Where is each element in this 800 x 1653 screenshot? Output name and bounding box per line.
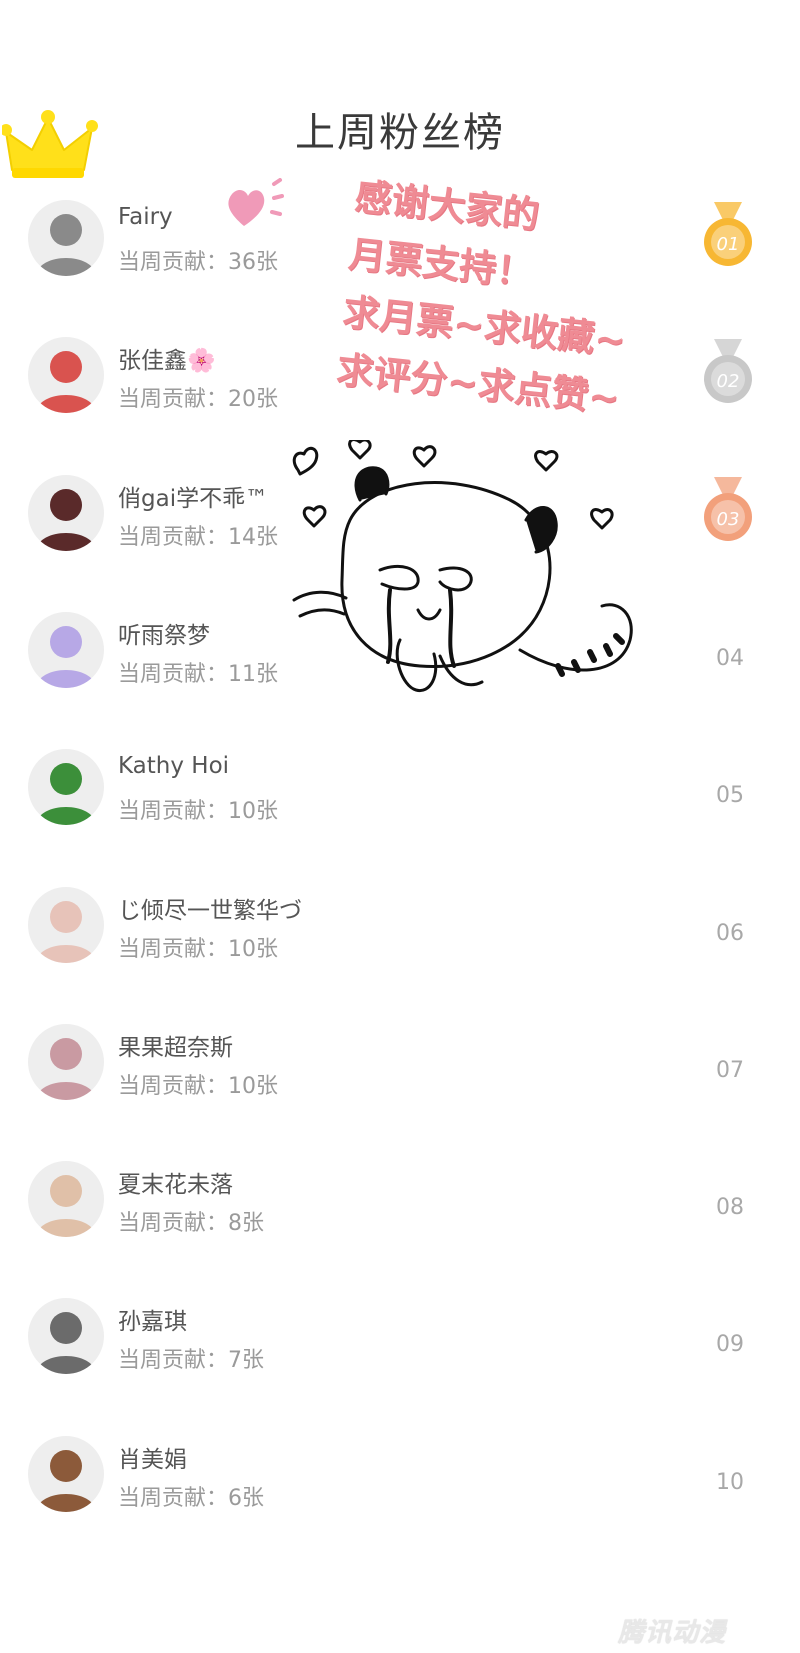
watermark: 腾讯动漫: [618, 1618, 727, 1648]
avatar[interactable]: [28, 1435, 104, 1512]
weekly-contribution: 当周贡献：10张: [118, 1073, 278, 1099]
weekly-contribution: 当周贡献：10张: [118, 936, 278, 962]
fan-name[interactable]: 夏末花未落: [118, 1165, 233, 1199]
fan-name[interactable]: 听雨祭梦: [118, 616, 210, 650]
rank-number: 10: [716, 1469, 744, 1495]
weekly-contribution: 当周贡献：10张: [118, 799, 278, 825]
page-title: 上周粉丝榜: [295, 110, 505, 156]
weekly-contribution: 当周贡献：7张: [118, 1348, 264, 1374]
medal-rank-text: 03: [717, 509, 740, 530]
medal-rank-text: 01: [717, 234, 740, 255]
thanks-note: 感谢大家的 月票支持！ 求月票~求收藏~ 求评分~求点赞~: [330, 168, 696, 472]
fan-row[interactable]: 肖美娟当周贡献：6张 10: [0, 1435, 800, 1576]
fan-name[interactable]: 果果超奈斯: [118, 1028, 233, 1062]
bronze-medal-icon: 03: [700, 475, 756, 547]
fan-name[interactable]: Fairy: [118, 204, 173, 230]
rank-number: 09: [716, 1332, 744, 1358]
rank-number: 04: [716, 645, 744, 671]
weekly-contribution: 当周贡献：11张: [118, 661, 278, 687]
weekly-contribution: 当周贡献：20张: [118, 387, 278, 413]
fan-name[interactable]: 俏gai学不乖™: [118, 479, 268, 513]
fan-name[interactable]: じ倾尽一世繁华づ: [118, 891, 302, 925]
avatar[interactable]: [28, 200, 104, 276]
rank-number: 06: [716, 920, 744, 946]
fan-row[interactable]: 孙嘉琪当周贡献：7张 09: [0, 1298, 800, 1438]
fan-name[interactable]: 张佳鑫🌸: [118, 341, 216, 375]
avatar[interactable]: [28, 749, 104, 826]
crown-icon: [2, 110, 98, 178]
fan-row[interactable]: Kathy Hoi 当周贡献：10张 05: [0, 749, 800, 889]
gold-medal-icon: 01: [700, 200, 756, 272]
fan-row[interactable]: 夏末花未落当周贡献：8张 08: [0, 1161, 800, 1301]
crying-leopard-sticker: [292, 440, 633, 692]
rank-number: 08: [716, 1195, 744, 1221]
avatar[interactable]: [28, 474, 104, 551]
rank-number: 07: [716, 1057, 744, 1083]
weekly-contribution: 当周贡献：36张: [118, 250, 278, 275]
weekly-contribution: 当周贡献：6张: [118, 1485, 264, 1511]
avatar[interactable]: [28, 886, 104, 963]
fan-name[interactable]: Kathy Hoi: [118, 753, 229, 779]
medal-rank-text: 02: [717, 371, 740, 392]
avatar[interactable]: [28, 611, 104, 688]
avatar[interactable]: [28, 1023, 104, 1100]
fan-name[interactable]: 肖美娟: [118, 1440, 187, 1474]
avatar[interactable]: [28, 1161, 104, 1238]
avatar[interactable]: [28, 1298, 104, 1375]
rank-number: 05: [716, 783, 744, 809]
weekly-contribution: 当周贡献：14张: [118, 524, 278, 550]
silver-medal-icon: 02: [700, 337, 756, 409]
fan-row[interactable]: じ倾尽一世繁华づ当周贡献：10张 06: [0, 886, 800, 1027]
fan-row[interactable]: 果果超奈斯当周贡献：10张 07: [0, 1023, 800, 1164]
avatar[interactable]: [28, 337, 104, 414]
fan-name[interactable]: 孙嘉琪: [118, 1302, 187, 1336]
weekly-contribution: 当周贡献：8张: [118, 1211, 264, 1237]
